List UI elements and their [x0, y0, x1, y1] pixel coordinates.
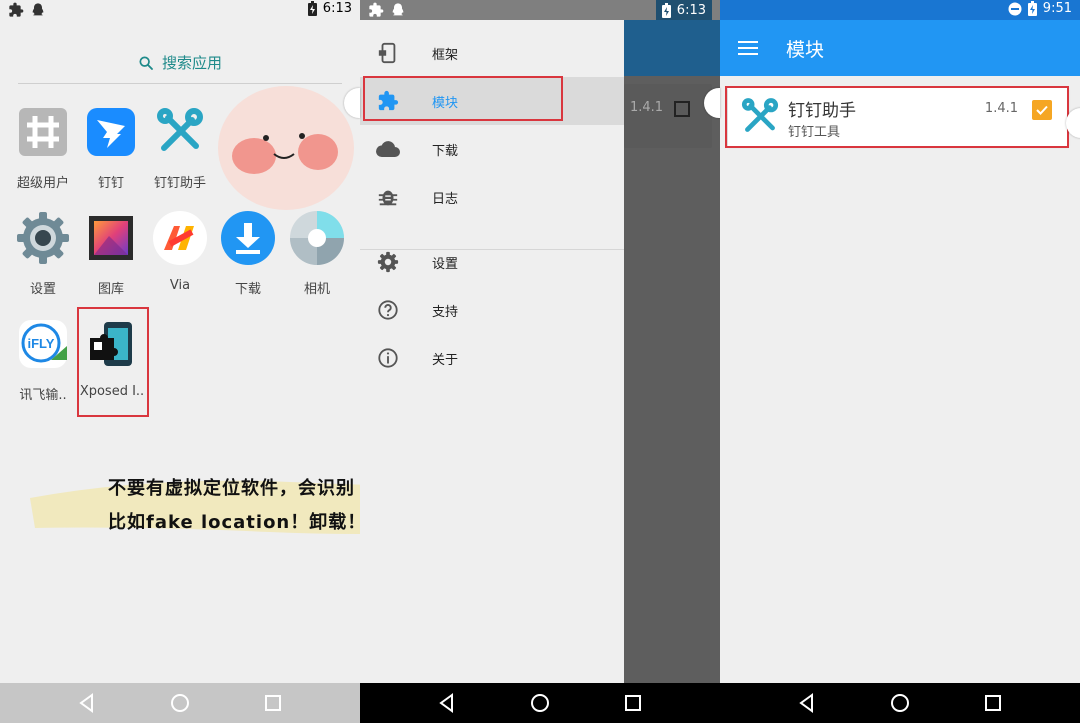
search-label: 搜索应用 — [161, 54, 222, 72]
superuser-icon — [19, 108, 67, 156]
app-camera[interactable]: 相机 — [283, 210, 351, 297]
status-bar: 6:13 — [360, 0, 720, 20]
camera-icon — [290, 211, 344, 265]
app-gallery[interactable]: 图库 — [77, 210, 145, 297]
gallery-icon — [89, 216, 133, 260]
app-label: 相机 — [303, 282, 330, 297]
xposed-drawer-panel: 6:13 1.4.1 框架 模块 下载 日志 设置 支持 关于 — [360, 0, 720, 723]
app-dingtalk[interactable]: 钉钉 — [77, 104, 145, 191]
back-icon[interactable] — [797, 693, 817, 713]
hamburger-menu-icon[interactable] — [738, 40, 758, 56]
qq-notification-icon — [32, 3, 44, 16]
puzzle-notification-icon — [369, 2, 384, 17]
menu-label: 框架 — [432, 47, 459, 63]
menu-item-settings[interactable]: 设置 — [360, 238, 624, 286]
navigation-bar — [720, 683, 1080, 723]
status-bar: 9:51 — [720, 0, 1080, 20]
highlight-box-modules — [363, 76, 563, 121]
tools-icon — [157, 108, 203, 151]
app-label: 钉钉 — [97, 176, 124, 191]
battery-icon — [661, 2, 671, 18]
note-line-2: 比如fake location！卸载！！！ — [108, 512, 360, 533]
menu-label: 日志 — [432, 191, 459, 207]
do-not-disturb-icon — [1008, 2, 1022, 15]
cloud-icon — [376, 141, 400, 158]
ifly-icon-text: iFLY — [28, 336, 55, 351]
menu-item-support[interactable]: 支持 — [360, 286, 624, 334]
back-icon[interactable] — [77, 693, 97, 713]
menu-label: 支持 — [432, 304, 459, 320]
status-time: 9:51 — [1042, 1, 1072, 16]
help-icon — [378, 300, 398, 320]
home-icon[interactable] — [890, 693, 910, 713]
status-bar: 6:13 — [0, 0, 360, 20]
navigation-bar — [0, 683, 360, 723]
peek-version: 1.4.1 — [630, 100, 664, 115]
menu-label: 设置 — [432, 256, 459, 272]
bug-icon — [378, 190, 398, 206]
home-icon[interactable] — [170, 693, 190, 713]
recents-icon[interactable] — [983, 693, 1003, 713]
menu-item-logs[interactable]: 日志 — [360, 173, 624, 221]
launcher-panel: 6:13 搜索应用 超级用户 钉钉 钉钉助手 设置 图库 Via 下载 相机 i… — [0, 0, 360, 723]
app-dingding-helper[interactable]: 钉钉助手 — [146, 104, 214, 191]
app-ifly[interactable]: iFLY 讯飞输.. — [9, 316, 77, 403]
note-line-1: 不要有虚拟定位软件，会识别 — [108, 478, 355, 499]
search-icon — [139, 55, 153, 70]
recents-icon[interactable] — [263, 693, 283, 713]
app-label: 下载 — [234, 282, 261, 297]
info-icon — [378, 348, 398, 368]
menu-item-download[interactable]: 下载 — [360, 125, 624, 173]
app-label: 超级用户 — [16, 176, 69, 191]
framework-icon — [378, 42, 396, 64]
gear-icon — [377, 251, 399, 273]
peek-checkbox — [674, 101, 690, 117]
app-download[interactable]: 下载 — [214, 210, 282, 297]
menu-item-about[interactable]: 关于 — [360, 334, 624, 382]
via-icon — [153, 211, 207, 265]
dimmed-toolbar — [624, 20, 720, 76]
app-superuser[interactable]: 超级用户 — [9, 104, 77, 191]
qq-notification-icon — [392, 3, 404, 16]
app-label: Via — [169, 278, 191, 293]
navigation-bar — [360, 683, 720, 723]
download-icon — [221, 211, 275, 265]
highlight-box-xposed — [77, 307, 149, 417]
recents-icon[interactable] — [623, 693, 643, 713]
app-settings[interactable]: 设置 — [9, 210, 77, 297]
status-time: 6:13 — [676, 2, 706, 18]
back-icon[interactable] — [437, 693, 457, 713]
app-bar: 模块 — [720, 20, 1080, 76]
app-label: 讯飞输.. — [19, 388, 67, 403]
puzzle-notification-icon — [9, 2, 24, 17]
battery-icon — [1027, 1, 1037, 16]
app-label: 设置 — [29, 282, 56, 297]
settings-icon — [17, 212, 69, 264]
menu-item-framework[interactable]: 框架 — [360, 29, 624, 77]
app-via[interactable]: Via — [146, 210, 214, 293]
highlight-box-module — [725, 86, 1069, 148]
status-time: 6:13 — [322, 1, 352, 16]
app-label: 图库 — [97, 282, 124, 297]
menu-label: 下载 — [432, 143, 459, 159]
home-icon[interactable] — [530, 693, 550, 713]
dimmed-module-card: 1.4.1 — [624, 84, 712, 148]
navigation-drawer: 框架 模块 下载 日志 设置 支持 关于 — [360, 20, 624, 683]
dingtalk-icon — [87, 108, 135, 156]
page-title: 模块 — [786, 38, 825, 61]
app-label: 钉钉助手 — [153, 176, 206, 191]
face-sticker — [218, 86, 354, 210]
ifly-icon: iFLY — [19, 320, 67, 368]
menu-label: 关于 — [432, 352, 459, 368]
battery-icon — [307, 1, 317, 16]
modules-panel: 9:51 模块 钉钉助手 钉钉工具 1.4.1 — [720, 0, 1080, 723]
